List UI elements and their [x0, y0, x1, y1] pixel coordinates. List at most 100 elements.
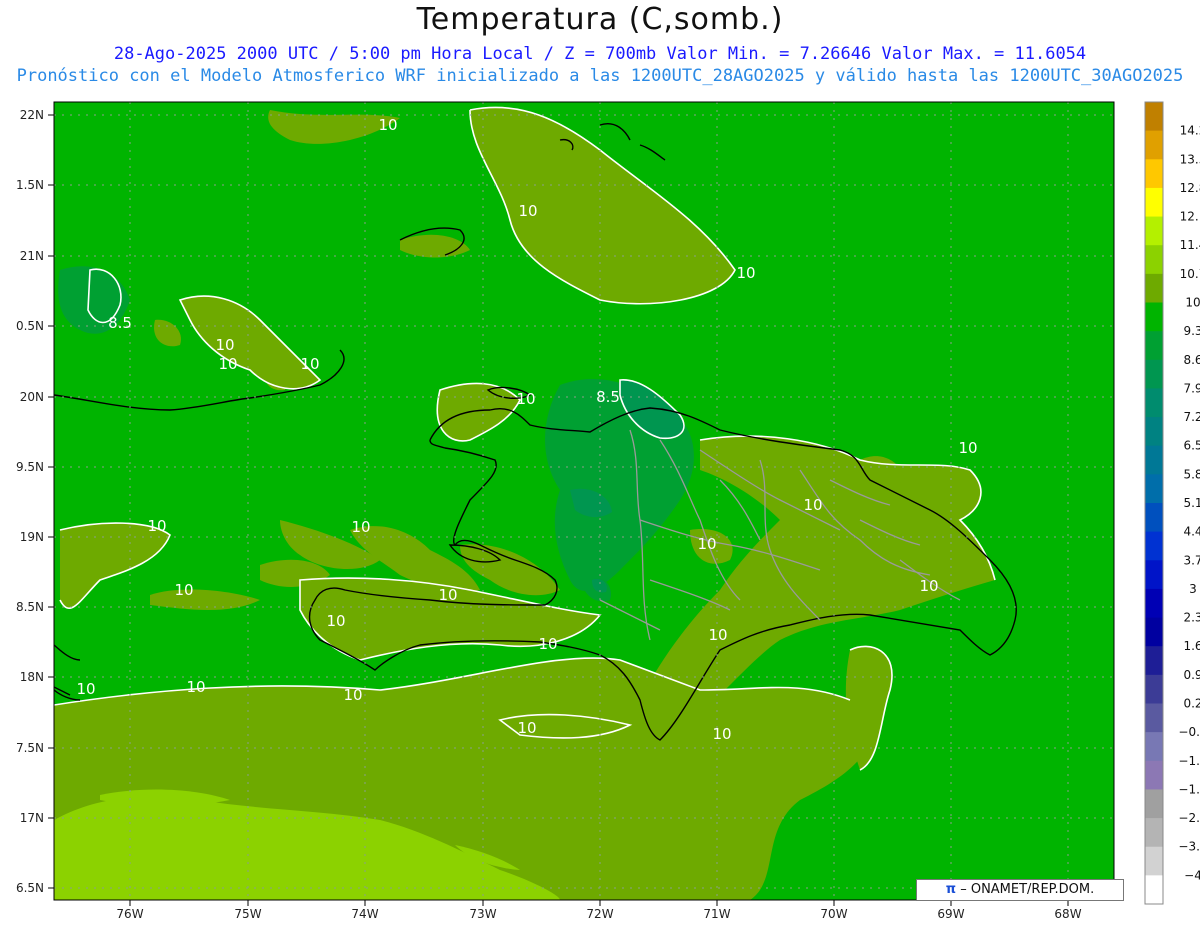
colorbar-swatch [1145, 560, 1163, 590]
lon-label: 71W [703, 907, 730, 921]
lon-label: 68W [1054, 907, 1081, 921]
lon-label: 70W [820, 907, 847, 921]
colorbar-label: 2.3 [1183, 611, 1200, 625]
contour-label: 10 [712, 725, 731, 743]
lon-label: 76W [116, 907, 143, 921]
colorbar-swatch [1145, 646, 1163, 676]
map-figure: 22N 1.5N 21N 0.5N 20N 9.5N 19N 8.5N 18N 7.5N 17N 6.… [16, 101, 1200, 921]
colorbar-swatch [1145, 818, 1163, 848]
colorbar-swatch [1145, 102, 1163, 132]
colorbar-swatch [1145, 273, 1163, 303]
colorbar-swatch [1145, 617, 1163, 647]
credit-box: π – ONAMET/REP.DOM. [916, 879, 1124, 901]
colorbar-label: 13.5 [1180, 152, 1200, 166]
colorbar-label: −3.3 [1178, 840, 1200, 854]
colorbar-label: −1.2 [1178, 754, 1200, 768]
colorbar-swatch [1145, 789, 1163, 819]
colorbar-label: 6.5 [1183, 439, 1200, 453]
colorbar: 14.2 13.5 12.8 12.1 11.4 10.7 10 9.3 8.6 7.9 7.2 6.… [1144, 101, 1200, 905]
colorbar-label: 14.2 [1180, 124, 1200, 138]
contour-label: 10 [215, 336, 234, 354]
longitude-labels: 76W 75W 74W 73W 72W 71W 70W 69W 68W [116, 900, 1082, 921]
colorbar-swatch [1145, 130, 1163, 160]
lat-label: 18N [20, 670, 44, 684]
colorbar-label: 8.6 [1183, 353, 1200, 367]
temperature-field [54, 102, 1114, 900]
contour-label: 10 [147, 517, 166, 535]
colorbar-label: 3.7 [1183, 553, 1200, 567]
lon-label: 75W [234, 907, 261, 921]
lon-label: 69W [937, 907, 964, 921]
lat-label: 7.5N [16, 741, 44, 755]
colorbar-swatch [1145, 588, 1163, 619]
colorbar-swatch [1145, 388, 1163, 418]
colorbar-label: 1.6 [1183, 639, 1200, 653]
colorbar-label: 12.8 [1180, 181, 1200, 195]
contour-label: 10 [697, 535, 716, 553]
contour-label: 10 [186, 678, 205, 696]
colorbar-label: 12.1 [1180, 210, 1200, 224]
colorbar-label: 7.9 [1183, 381, 1200, 395]
lon-label: 72W [586, 907, 613, 921]
colorbar-swatch [1145, 474, 1163, 504]
contour-label: 8.5 [596, 388, 620, 406]
contour-label: 10 [326, 612, 345, 630]
contour-label: 10 [518, 202, 537, 220]
contour-label: 10 [803, 496, 822, 514]
lat-label: 8.5N [16, 600, 44, 614]
lon-label: 73W [469, 907, 496, 921]
colorbar-swatch [1145, 417, 1163, 447]
colorbar-label: −2.6 [1178, 811, 1200, 825]
contour-label: 10 [516, 390, 535, 408]
colorbar-label: 10 [1185, 296, 1200, 310]
lat-label: 6.5N [16, 881, 44, 895]
colorbar-label: 5.1 [1183, 496, 1200, 510]
colorbar-swatch [1145, 846, 1163, 876]
contour-label: 10 [351, 518, 370, 536]
lat-label: 1.5N [16, 178, 44, 192]
colorbar-label: 5.8 [1183, 467, 1200, 481]
contour-label: 10 [300, 355, 319, 373]
contour-label: 10 [76, 680, 95, 698]
onamet-logo-icon: π [945, 882, 957, 897]
colorbar-swatch [1145, 187, 1163, 218]
colorbar-swatch [1145, 503, 1163, 533]
colorbar-label: 0.9 [1183, 668, 1200, 682]
colorbar-label: 3 [1189, 582, 1197, 596]
lat-label: 17N [20, 811, 44, 825]
colorbar-label: 11.4 [1180, 238, 1200, 252]
contour-label: 10 [438, 586, 457, 604]
contour-label: 10 [736, 264, 755, 282]
colorbar-swatch [1145, 245, 1163, 275]
colorbar-swatch [1145, 531, 1163, 561]
contour-label: 10 [958, 439, 977, 457]
colorbar-label: 10.7 [1180, 267, 1200, 281]
contour-label: 10 [517, 719, 536, 737]
lat-label: 20N [20, 390, 44, 404]
colorbar-swatch [1145, 331, 1163, 361]
colorbar-label: −4 [1184, 868, 1200, 882]
contour-label: 10 [708, 626, 727, 644]
colorbar-swatch [1145, 302, 1163, 332]
colorbar-swatch [1145, 760, 1163, 790]
credit-text: – ONAMET/REP.DOM. [960, 882, 1095, 897]
contour-label: 10 [538, 635, 557, 653]
lat-label: 0.5N [16, 319, 44, 333]
colorbar-swatch [1145, 703, 1163, 733]
colorbar-swatch [1145, 732, 1163, 762]
colorbar-label: 9.3 [1183, 324, 1200, 338]
latitude-labels: 22N 1.5N 21N 0.5N 20N 9.5N 19N 8.5N 18N 7.5N 17N 6.… [16, 108, 54, 895]
lat-label: 9.5N [16, 460, 44, 474]
colorbar-label: 4.4 [1183, 525, 1200, 539]
colorbar-label: −0.5 [1178, 725, 1200, 739]
lat-label: 19N [20, 530, 44, 544]
colorbar-label: 0.2 [1183, 697, 1200, 711]
colorbar-swatch [1145, 159, 1163, 189]
colorbar-swatch [1145, 674, 1163, 704]
colorbar-swatch [1145, 359, 1163, 389]
contour-label: 10 [378, 116, 397, 134]
colorbar-label: −1.9 [1178, 782, 1200, 796]
contour-label: 10 [919, 577, 938, 595]
lat-label: 21N [20, 249, 44, 263]
contour-label: 10 [343, 686, 362, 704]
